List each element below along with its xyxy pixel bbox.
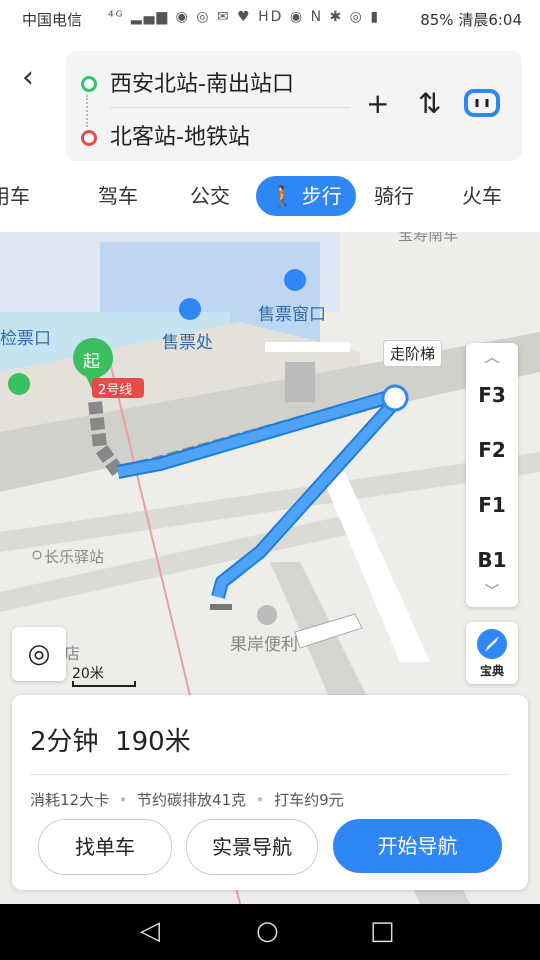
walk-distance: 190米 <box>115 727 191 757</box>
clock: 清晨6:04 <box>458 11 522 29</box>
floor-up-icon[interactable]: ︿ <box>466 347 518 367</box>
end-dot-icon <box>81 130 97 146</box>
find-bike-button[interactable]: 找单车 <box>38 819 172 875</box>
floor-f3[interactable]: F3 <box>466 383 518 407</box>
origin-field[interactable]: 西安北站-南出站口 <box>110 66 294 98</box>
ar-navigation-button[interactable]: 实景导航 <box>186 819 318 875</box>
tab-transit[interactable]: 公交 <box>180 176 240 216</box>
floor-f2[interactable]: F2 <box>466 438 518 462</box>
compass-icon <box>477 629 507 659</box>
tab-walk[interactable]: 🚶 步行 <box>256 176 356 216</box>
check-gate-label: 检票口 <box>0 329 51 349</box>
tab-car-hailing[interactable]: 用车 <box>0 176 60 216</box>
assistant-icon[interactable] <box>464 89 500 124</box>
route-summary-card: 2分钟 190米 消耗12大卡 • 节约碳排放41克 • 打车约9元 找单车 实… <box>12 695 528 890</box>
carbon-text: 节约碳排放41克 <box>137 791 247 809</box>
back-icon[interactable]: ‹ <box>22 60 34 95</box>
walk-time: 2分钟 <box>30 727 99 757</box>
taxi-text: 打车约9元 <box>274 791 344 809</box>
floor-switcher: ︿ F3 F2 F1 B1 ﹀ <box>466 343 518 607</box>
walk-icon: 🚶 <box>270 184 296 208</box>
status-right: 85% 清晨6:04 <box>420 9 522 30</box>
start-navigation-button[interactable]: 开始导航 <box>333 819 502 873</box>
baodian-label: 宝典 <box>479 664 504 678</box>
baodian-button[interactable]: 宝典 <box>466 622 518 684</box>
system-nav-bar: ◁ ○ □ <box>0 904 540 960</box>
scale-bar <box>72 681 136 687</box>
swap-icon[interactable]: ⇅ <box>418 87 441 120</box>
tab-walk-label: 步行 <box>301 184 342 208</box>
route-metrics: 2分钟 190米 <box>30 721 191 758</box>
shop-label: 果岸便利 <box>230 635 298 655</box>
tab-train[interactable]: 火车 <box>452 176 512 216</box>
scale-label: 20米 <box>72 666 104 682</box>
mode-tabs: 用车 驾车 公交 🚶 步行 骑行 火车 <box>0 176 540 220</box>
route-separator <box>110 107 350 108</box>
destination-field[interactable]: 北客站-地铁站 <box>110 119 250 151</box>
store-label: 店 <box>64 644 81 663</box>
station-label: 长乐驿站 <box>44 548 105 566</box>
route-header: ‹ 西安北站-南出站口 北客站-地铁站 + ⇅ 用车 驾车 公交 🚶 步行 骑行… <box>0 36 540 232</box>
tab-drive[interactable]: 驾车 <box>88 176 148 216</box>
ticket-office-label: 售票处 <box>162 333 213 353</box>
stair-label: 走阶梯 <box>383 340 443 367</box>
nav-recents-icon[interactable]: □ <box>370 916 395 946</box>
top-label: 宝寿南车 <box>398 232 459 244</box>
route-connector <box>86 95 88 127</box>
locate-icon[interactable]: ◎ <box>12 627 66 681</box>
tab-ride[interactable]: 骑行 <box>364 176 424 216</box>
summary-divider <box>30 774 510 775</box>
start-dot-icon <box>81 76 97 92</box>
ticket-window-label: 售票窗口 <box>258 305 326 325</box>
floor-f1[interactable]: F1 <box>466 493 518 517</box>
route-stats: 消耗12大卡 • 节约碳排放41克 • 打车约9元 <box>30 791 344 809</box>
nav-home-icon[interactable]: ○ <box>256 916 279 946</box>
battery-level: 85% <box>420 11 454 29</box>
route-box: 西安北站-南出站口 北客站-地铁站 + ⇅ <box>66 51 522 161</box>
status-icons: ⁴ᴳ ▂▄▆ ◉ ◎ ✉ ♥ HD ◉ N ✱ ◎ ▮ <box>108 9 381 25</box>
status-bar: 中国电信 ⁴ᴳ ▂▄▆ ◉ ◎ ✉ ♥ HD ◉ N ✱ ◎ ▮ 85% 清晨6… <box>0 0 540 36</box>
nav-back-icon[interactable]: ◁ <box>140 916 160 946</box>
carrier: 中国电信 <box>22 11 83 29</box>
floor-down-icon[interactable]: ﹀ <box>466 581 518 601</box>
start-marker[interactable]: 起 <box>83 347 100 372</box>
add-waypoint-icon[interactable]: + <box>366 87 389 120</box>
calorie-text: 消耗12大卡 <box>30 791 110 809</box>
floor-b1[interactable]: B1 <box>466 548 518 572</box>
line-badge: 2号线 <box>98 383 133 398</box>
